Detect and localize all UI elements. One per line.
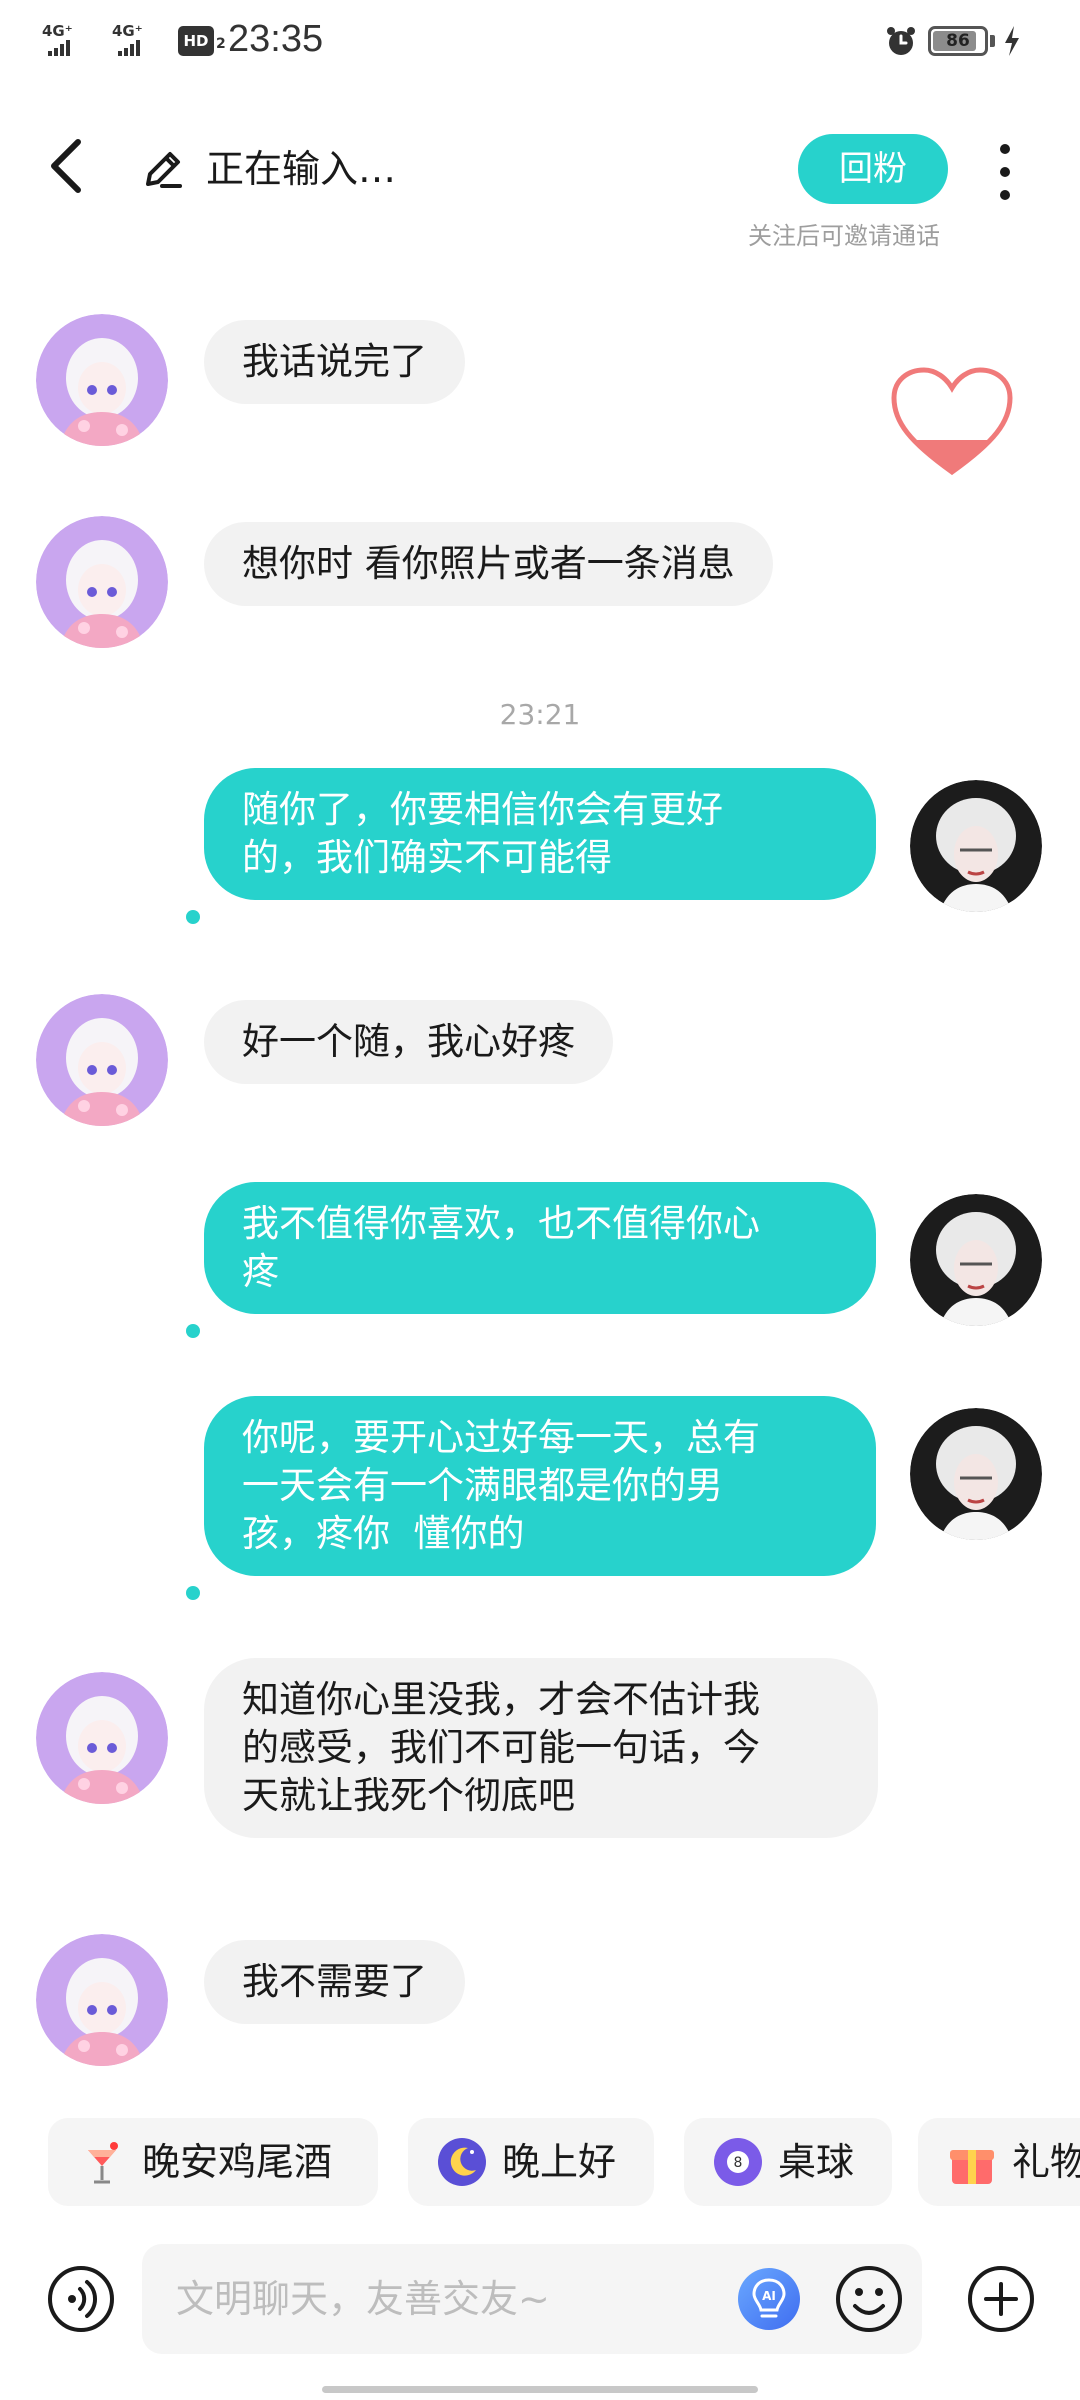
message-bubble-incoming[interactable]: 我不需要了	[204, 1940, 465, 2024]
contact-avatar[interactable]	[36, 516, 168, 648]
sent-status-dot	[186, 1324, 200, 1338]
signal-icon	[48, 40, 74, 56]
contact-avatar[interactable]	[36, 994, 168, 1126]
hd-voice-icon: HD	[178, 26, 214, 56]
alarm-icon	[887, 27, 915, 55]
chat-timestamp: 23:21	[499, 698, 581, 731]
quick-reply-label: 晚上好	[502, 2140, 617, 2184]
heart-icon[interactable]	[890, 366, 1014, 480]
hd-sim-number: 2	[216, 36, 226, 52]
svg-text:8: 8	[734, 2155, 743, 2171]
battery-icon: 86	[928, 26, 988, 56]
typing-status-title: 正在输入…	[206, 147, 397, 191]
emoji-icon[interactable]	[834, 2264, 904, 2334]
billiard-ball-icon: 8	[714, 2138, 762, 2186]
home-indicator[interactable]	[322, 2386, 758, 2393]
message-input-bar: AI	[0, 2240, 1080, 2360]
quick-reply-billiards[interactable]: 8 桌球	[684, 2118, 892, 2206]
signal-icon	[118, 40, 144, 56]
sent-status-dot	[186, 910, 200, 924]
quick-reply-row: 晚安鸡尾酒 晚上好 8 桌球 礼物	[0, 2118, 1080, 2206]
battery-tip	[990, 35, 995, 47]
quick-reply-good-evening[interactable]: 晚上好	[408, 2118, 654, 2206]
quick-reply-cocktail[interactable]: 晚安鸡尾酒	[48, 2118, 378, 2206]
moon-icon	[438, 2138, 486, 2186]
contact-avatar[interactable]	[36, 1934, 168, 2066]
message-bubble-incoming[interactable]: 知道你心里没我，才会不估计我 的感受，我们不可能一句话，今 天就让我死个彻底吧	[204, 1658, 878, 1838]
sent-status-dot	[186, 1586, 200, 1600]
voice-input-button[interactable]	[48, 2266, 114, 2332]
message-bubble-outgoing[interactable]: 你呢，要开心过好每一天，总有 一天会有一个满眼都是你的男 孩，疼你 懂你的	[204, 1396, 876, 1576]
status-bar: 4G⁺ 4G⁺ HD 2 23:35 86	[0, 0, 1080, 84]
gift-icon	[950, 2150, 994, 2184]
message-bubble-incoming[interactable]: 想你时 看你照片或者一条消息	[204, 522, 773, 606]
message-text-input[interactable]	[142, 2244, 922, 2354]
follow-back-button[interactable]: 回粉	[798, 134, 948, 204]
battery-percent: 86	[946, 31, 970, 51]
voice-wave-icon	[68, 2280, 98, 2318]
message-bubble-outgoing[interactable]: 随你了，你要相信你会有更好 的，我们确实不可能得	[204, 768, 876, 900]
message-bubble-incoming[interactable]: 好一个随，我心好疼	[204, 1000, 613, 1084]
chat-header: 正在输入… 回粉 关注后可邀请通话	[0, 100, 1080, 260]
my-avatar[interactable]	[910, 1194, 1042, 1326]
network-type-2: 4G⁺	[112, 22, 143, 40]
quick-reply-label: 晚安鸡尾酒	[142, 2140, 333, 2184]
quick-reply-gift[interactable]: 礼物	[918, 2118, 1080, 2206]
my-avatar[interactable]	[910, 780, 1042, 912]
more-dots-icon[interactable]	[990, 144, 1020, 200]
cocktail-icon	[88, 2142, 118, 2184]
back-arrow-icon[interactable]	[44, 134, 94, 198]
quick-reply-label: 桌球	[778, 2140, 855, 2184]
contact-avatar[interactable]	[36, 314, 168, 446]
ai-assistant-icon[interactable]: AI	[736, 2266, 802, 2332]
follow-hint-text: 关注后可邀请通话	[748, 222, 940, 250]
status-time: 23:35	[228, 18, 324, 60]
quick-reply-label: 礼物	[1012, 2140, 1080, 2184]
my-avatar[interactable]	[910, 1408, 1042, 1540]
plus-icon[interactable]	[966, 2264, 1036, 2334]
message-bubble-outgoing[interactable]: 我不值得你喜欢，也不值得你心 疼	[204, 1182, 876, 1314]
charging-icon	[1005, 26, 1019, 56]
network-type-1: 4G⁺	[42, 22, 73, 40]
contact-avatar[interactable]	[36, 1672, 168, 1804]
pencil-icon	[146, 152, 182, 188]
svg-text:AI: AI	[762, 2289, 776, 2303]
message-bubble-incoming[interactable]: 我话说完了	[204, 320, 465, 404]
